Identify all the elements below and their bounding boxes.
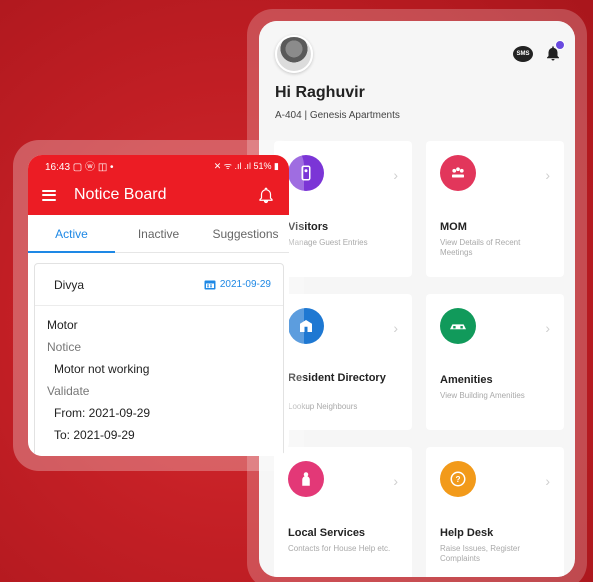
page-title: Notice Board bbox=[74, 186, 167, 203]
notification-badge bbox=[555, 40, 565, 50]
services-icon bbox=[288, 461, 324, 497]
tile-title: Local Services bbox=[288, 527, 366, 539]
hamburger-menu-icon[interactable] bbox=[42, 189, 56, 201]
tile-subtitle: View Details of Recent Meetings bbox=[440, 238, 521, 257]
validate-to: To: 2021-09-29 bbox=[54, 428, 135, 442]
calendar-icon bbox=[204, 280, 216, 290]
meeting-icon bbox=[440, 155, 476, 191]
app-bar: Notice Board bbox=[28, 175, 289, 215]
tab-inactive[interactable]: Inactive bbox=[115, 215, 202, 252]
sms-icon[interactable]: SMS bbox=[513, 46, 533, 62]
status-time: 16:43 ▢ ⓦ ◫ • bbox=[45, 161, 114, 173]
tile-help-desk[interactable]: ? › Help Desk Raise Issues, Register Com… bbox=[426, 447, 564, 577]
notice-card[interactable]: Divya 2021-09-29 Motor Notice Motor not … bbox=[34, 263, 284, 456]
validate-label: Validate bbox=[47, 384, 90, 398]
tile-title: Help Desk bbox=[440, 527, 494, 539]
tab-bar: Active Inactive Suggestions bbox=[28, 215, 289, 253]
status-bar: 16:43 ▢ ⓦ ◫ • ✕ ᯤ .ıl .ıl 51% ▮ bbox=[28, 155, 289, 175]
chevron-right-icon: › bbox=[545, 473, 550, 489]
notice-label: Notice bbox=[47, 340, 82, 354]
tile-amenities[interactable]: › Amenities View Building Amenities bbox=[426, 294, 564, 430]
notice-card-header: Divya 2021-09-29 bbox=[35, 264, 283, 306]
tile-subtitle: Contacts for House Help etc. bbox=[288, 544, 391, 553]
tile-subtitle: Raise Issues, Register Complaints bbox=[440, 544, 521, 563]
dashboard-screen: SMS Hi Raghuvir A-404 | Genesis Apartmen… bbox=[259, 21, 575, 577]
notice-board-phone: 16:43 ▢ ⓦ ◫ • ✕ ᯤ .ıl .ıl 51% ▮ Notice B… bbox=[13, 140, 304, 471]
tile-title: MOM bbox=[440, 221, 467, 233]
tile-local-services[interactable]: › Local Services Contacts for House Help… bbox=[274, 447, 412, 577]
notice-author: Divya bbox=[54, 277, 85, 292]
chevron-right-icon: › bbox=[393, 320, 398, 336]
greeting: Hi Raghuvir bbox=[275, 84, 365, 101]
notice-date: 2021-09-29 bbox=[204, 279, 271, 290]
bell-icon[interactable] bbox=[257, 185, 275, 205]
address: A-404 | Genesis Apartments bbox=[275, 110, 400, 121]
chevron-right-icon: › bbox=[545, 167, 550, 183]
status-battery: ✕ ᯤ .ıl .ıl 51% ▮ bbox=[213, 160, 279, 171]
svg-text:?: ? bbox=[455, 475, 460, 484]
dashboard-header: SMS Hi Raghuvir A-404 | Genesis Apartmen… bbox=[259, 21, 575, 136]
validate-from: From: 2021-09-29 bbox=[54, 406, 151, 420]
chevron-right-icon: › bbox=[393, 167, 398, 183]
tile-mom[interactable]: › MOM View Details of Recent Meetings bbox=[426, 141, 564, 277]
amenities-icon bbox=[440, 308, 476, 344]
notice-subject: Motor bbox=[47, 318, 78, 332]
chevron-right-icon: › bbox=[393, 473, 398, 489]
helpdesk-icon: ? bbox=[440, 461, 476, 497]
tab-suggestions[interactable]: Suggestions bbox=[202, 215, 289, 252]
tile-subtitle: View Building Amenities bbox=[440, 391, 525, 400]
tile-subtitle: Manage Guest Entries bbox=[288, 238, 368, 247]
tile-title: Amenities bbox=[440, 374, 493, 386]
notice-card-body: Motor Notice Motor not working Validate … bbox=[35, 306, 283, 454]
tab-active[interactable]: Active bbox=[28, 215, 115, 253]
tile-title: Visitors bbox=[288, 221, 329, 233]
avatar[interactable] bbox=[275, 35, 313, 73]
notice-board-screen: 16:43 ▢ ⓦ ◫ • ✕ ᯤ .ıl .ıl 51% ▮ Notice B… bbox=[28, 155, 289, 456]
notice-text: Motor not working bbox=[54, 362, 150, 376]
tile-title: Resident Directory bbox=[288, 372, 386, 384]
chevron-right-icon: › bbox=[545, 320, 550, 336]
tile-subtitle: Lookup Neighbours bbox=[288, 402, 358, 411]
